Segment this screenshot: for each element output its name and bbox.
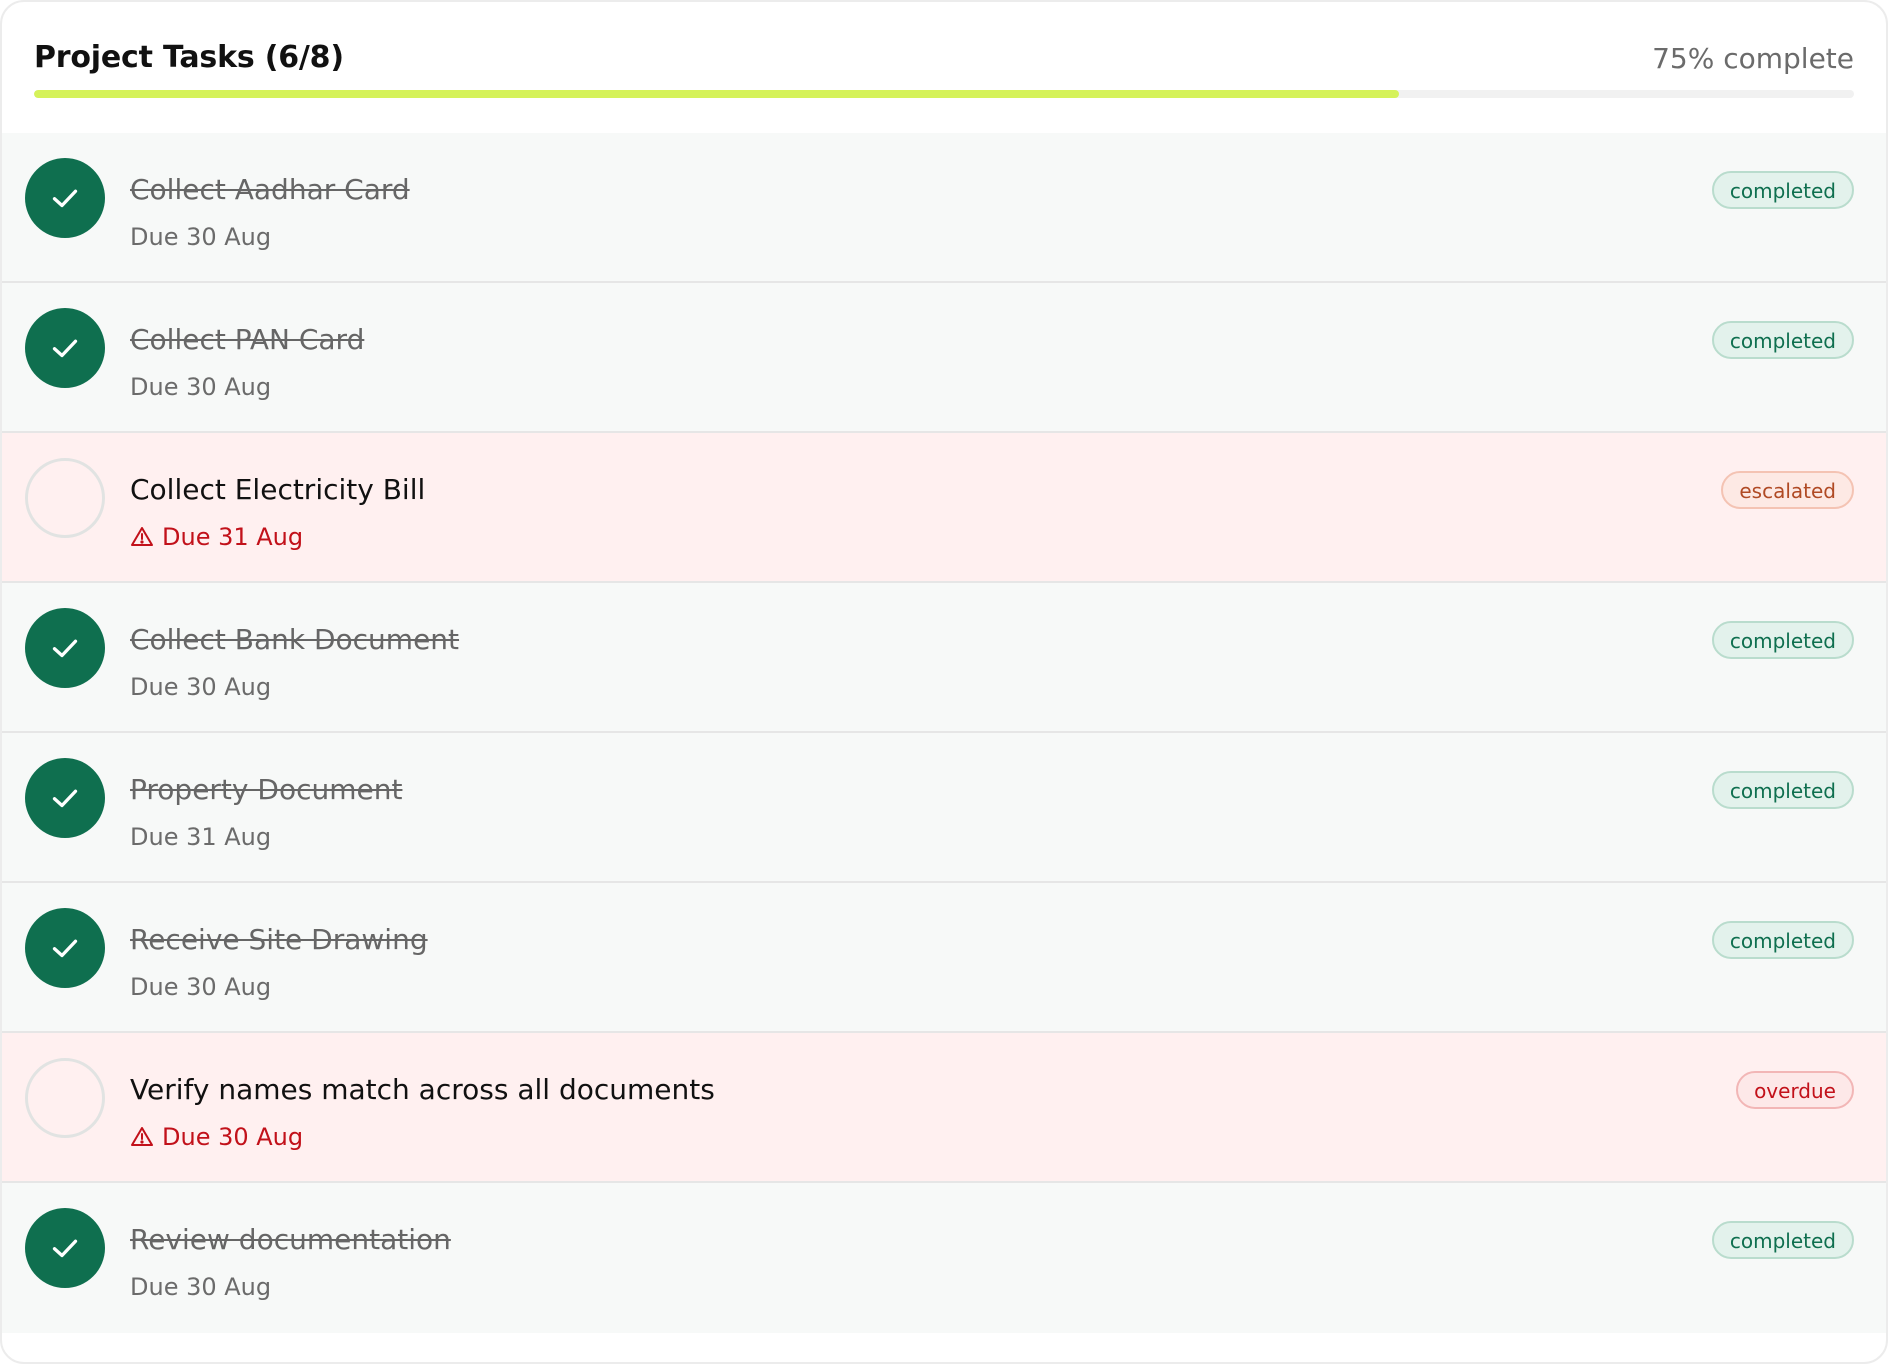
task-checkbox-checked[interactable] (25, 908, 105, 988)
task-due-date: Due 30 Aug (130, 673, 271, 701)
task-title: Collect Bank Document (130, 623, 460, 656)
check-icon (47, 1230, 83, 1266)
task-row[interactable]: Property Document Due 31 Aug completed (2, 733, 1886, 883)
task-due-text: Due 31 Aug (162, 523, 304, 551)
task-row[interactable]: Verify names match across all documents D… (2, 1033, 1886, 1183)
status-badge: overdue (1736, 1071, 1854, 1109)
task-due-text: Due 30 Aug (130, 673, 272, 701)
task-title: Collect Aadhar Card (130, 173, 410, 206)
task-due-text: Due 30 Aug (130, 373, 272, 401)
task-due-text: Due 31 Aug (130, 823, 272, 851)
task-checkbox-checked[interactable] (25, 1208, 105, 1288)
task-checkbox-unchecked[interactable] (25, 458, 105, 538)
task-header: Project Tasks (6/8) 75% complete (2, 2, 1886, 133)
task-title: Review documentation (130, 1223, 451, 1256)
check-icon (47, 180, 83, 216)
task-list: Collect Aadhar Card Due 30 Aug completed Co… (2, 133, 1886, 1333)
task-checkbox-checked[interactable] (25, 158, 105, 238)
check-icon (47, 780, 83, 816)
task-row[interactable]: Review documentation Due 30 Aug completed (2, 1183, 1886, 1333)
task-checkbox-checked[interactable] (25, 308, 105, 388)
task-row[interactable]: Collect Bank Document Due 30 Aug completed (2, 583, 1886, 733)
task-due-date: Due 31 Aug (130, 523, 303, 551)
task-due-date: Due 30 Aug (130, 223, 271, 251)
task-checkbox-unchecked[interactable] (25, 1058, 105, 1138)
task-row[interactable]: Collect Electricity Bill Due 31 Aug escala… (2, 433, 1886, 583)
progress-bar (34, 90, 1854, 98)
check-icon (47, 630, 83, 666)
task-title: Verify names match across all documents (130, 1073, 715, 1106)
task-checkbox-checked[interactable] (25, 608, 105, 688)
status-badge: completed (1711, 1221, 1854, 1259)
status-badge: completed (1711, 171, 1854, 209)
task-title: Collect Electricity Bill (130, 473, 426, 506)
warning-icon (130, 525, 154, 549)
task-checkbox-checked[interactable] (25, 758, 105, 838)
task-due-date: Due 30 Aug (130, 973, 271, 1001)
task-row[interactable]: Receive Site Drawing Due 30 Aug completed (2, 883, 1886, 1033)
check-icon (47, 330, 83, 366)
task-title: Collect PAN Card (130, 323, 365, 356)
status-badge: completed (1711, 921, 1854, 959)
task-card: Project Tasks (6/8) 75% complete Collect… (0, 0, 1888, 1364)
progress-label: 75% complete (1652, 42, 1854, 75)
task-title: Receive Site Drawing (130, 923, 428, 956)
status-badge: completed (1711, 321, 1854, 359)
task-row[interactable]: Collect PAN Card Due 30 Aug completed (2, 283, 1886, 433)
task-due-date: Due 30 Aug (130, 373, 271, 401)
task-due-text: Due 30 Aug (130, 223, 272, 251)
task-due-date: Due 30 Aug (130, 1273, 271, 1301)
task-due-text: Due 30 Aug (130, 1273, 272, 1301)
status-badge: escalated (1721, 471, 1854, 509)
task-due-date: Due 30 Aug (130, 1123, 303, 1151)
task-due-text: Due 30 Aug (162, 1123, 304, 1151)
status-badge: completed (1711, 771, 1854, 809)
progress-bar-fill (34, 90, 1399, 98)
warning-icon (130, 1125, 154, 1149)
task-due-text: Due 30 Aug (130, 973, 272, 1001)
page-title: Project Tasks (6/8) (34, 40, 344, 75)
task-title: Property Document (130, 773, 403, 806)
check-icon (47, 930, 83, 966)
task-row[interactable]: Collect Aadhar Card Due 30 Aug completed (2, 133, 1886, 283)
status-badge: completed (1711, 621, 1854, 659)
task-due-date: Due 31 Aug (130, 823, 271, 851)
